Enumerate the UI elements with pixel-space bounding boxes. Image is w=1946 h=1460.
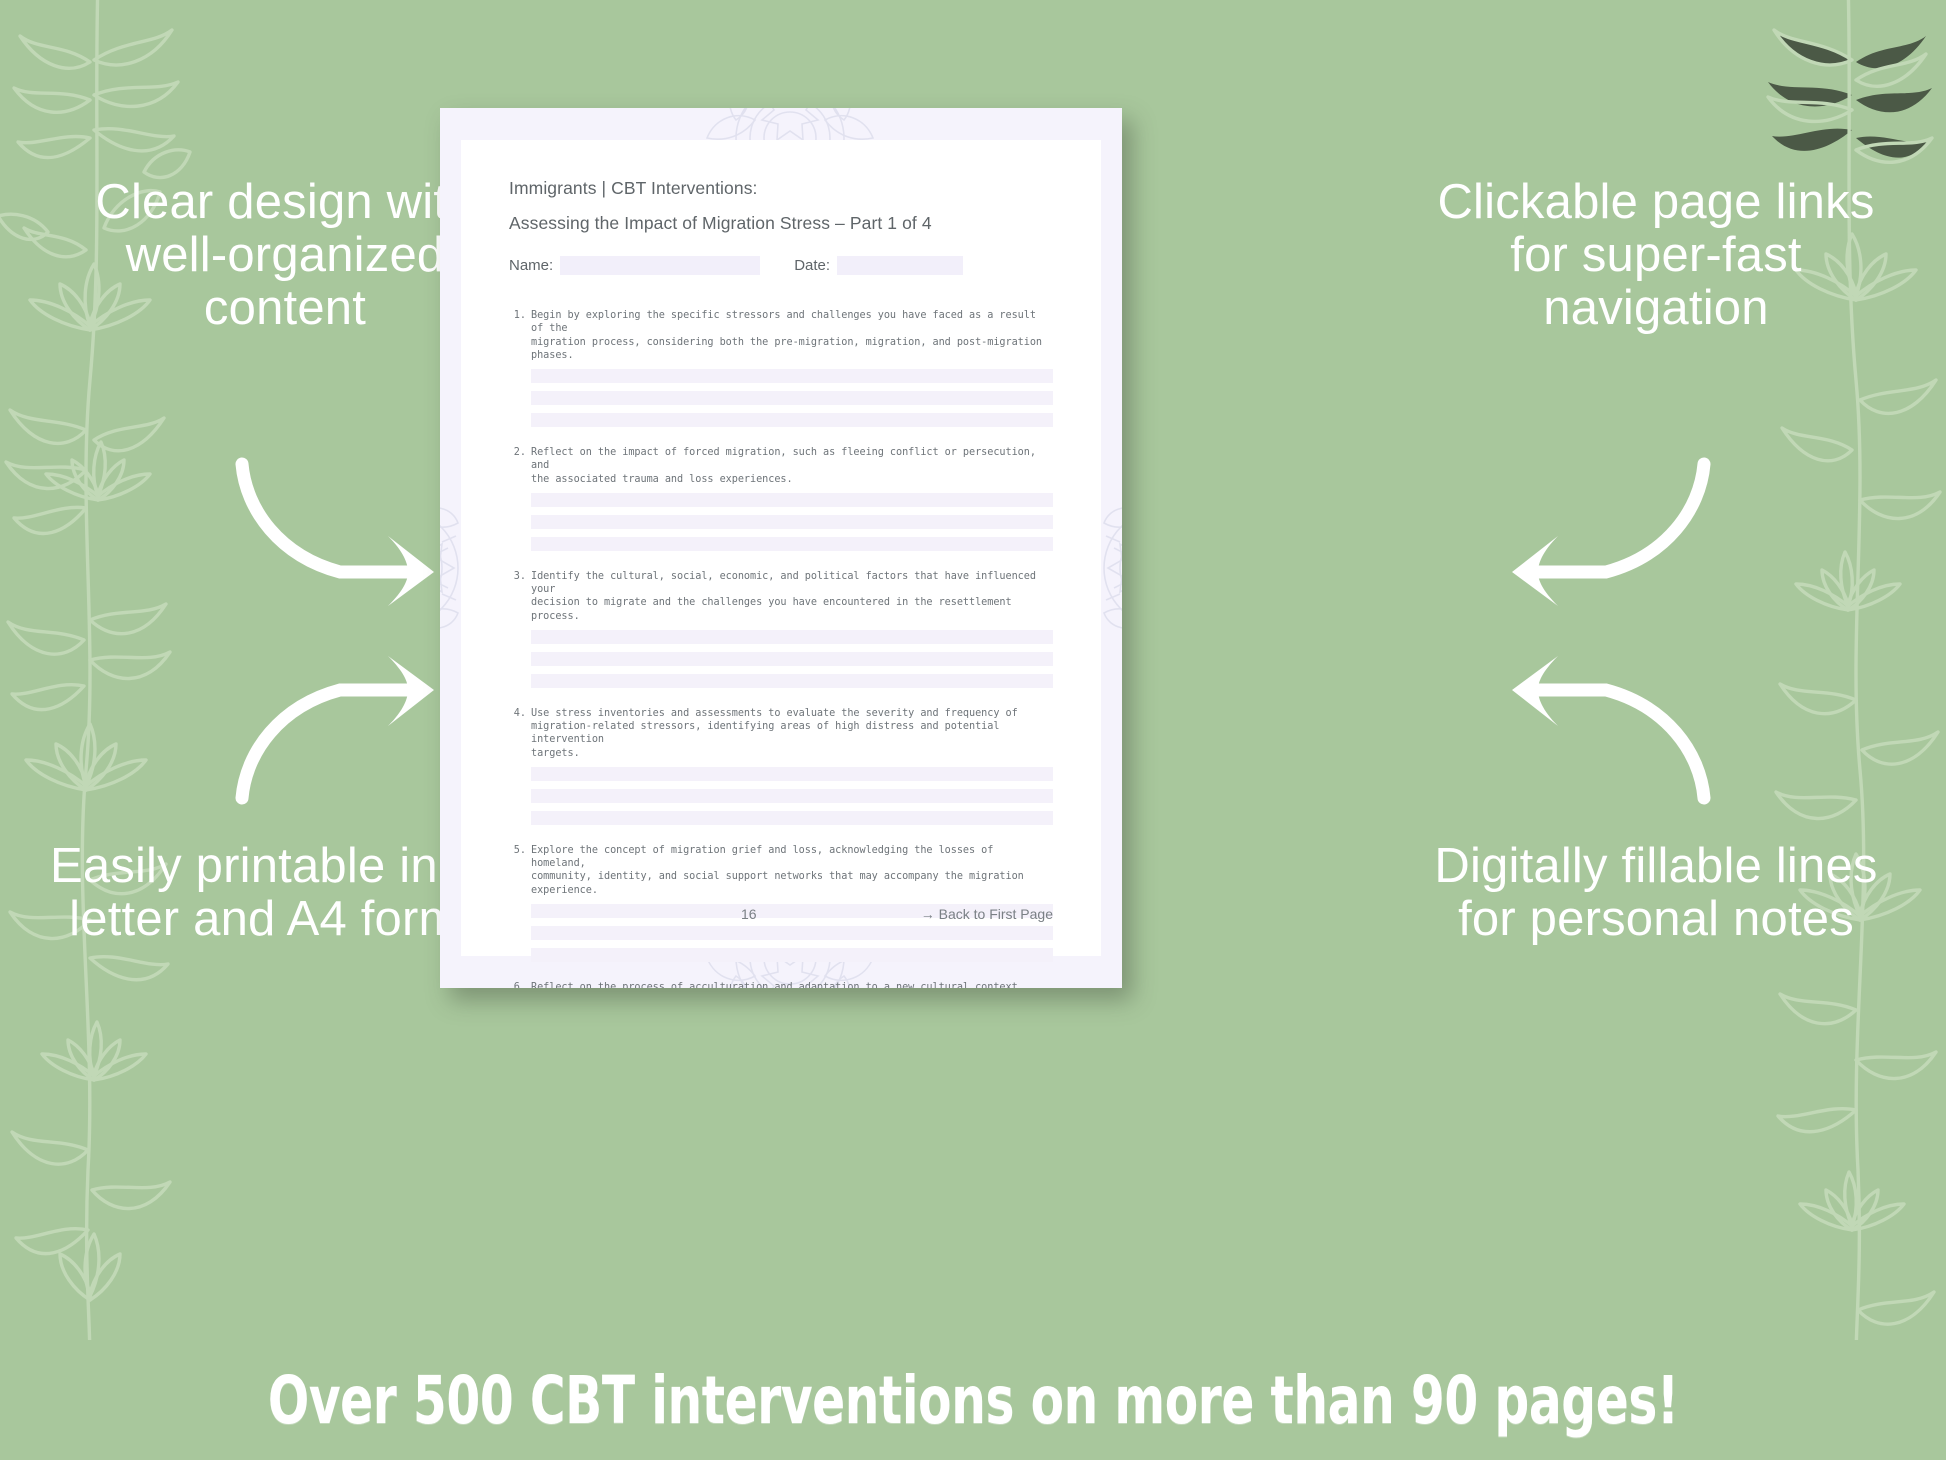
answer-line[interactable] <box>531 673 1053 688</box>
answer-line[interactable] <box>531 492 1053 507</box>
answer-lines <box>531 766 1053 825</box>
worksheet-meta-row: Name: Date: <box>509 256 1053 275</box>
intervention-item-text: Begin by exploring the specific stressor… <box>531 310 1043 361</box>
answer-line[interactable] <box>531 514 1053 529</box>
answer-line[interactable] <box>531 391 1053 405</box>
promo-text-bottom-right: Digitally fillable lines for personal no… <box>1434 839 1878 946</box>
intervention-item-text: Identify the cultural, social, economic,… <box>531 570 1036 622</box>
intervention-item-number: 1. <box>513 310 526 321</box>
worksheet-content: Immigrants | CBT Interventions: Assessin… <box>461 140 1101 988</box>
worksheet-footer: 16 → Back to First Page <box>509 906 1053 922</box>
back-to-first-page-link[interactable]: → Back to First Page <box>921 906 1053 922</box>
date-input[interactable] <box>837 256 964 275</box>
intervention-item-text: Explore the concept of migration grief a… <box>531 844 1024 896</box>
answer-line[interactable] <box>531 810 1053 825</box>
intervention-item: 4. Use stress inventories and assessments… <box>509 707 1053 825</box>
bottom-banner: Over 500 CBT interventions on more than … <box>0 1340 1946 1460</box>
answer-line[interactable] <box>531 925 1053 940</box>
answer-line[interactable] <box>531 766 1053 781</box>
intervention-item: 1. Begin by exploring the specific stress… <box>509 309 1053 427</box>
banner-text: Over 500 CBT interventions on more than … <box>267 1361 1679 1439</box>
intervention-item: 6. Reflect on the process of acculturatio… <box>509 981 1053 988</box>
intervention-item: 2. Reflect on the impact of forced migrat… <box>509 446 1053 551</box>
curved-arrow-icon <box>1512 457 1711 606</box>
intervention-item: 5. Explore the concept of migration grief… <box>509 844 1053 962</box>
curved-arrow-icon <box>235 457 434 606</box>
intervention-item-number: 2. <box>513 447 526 458</box>
intervention-item-number: 3. <box>513 570 526 582</box>
worksheet-title-line-2: Assessing the Impact of Migration Stress… <box>509 212 932 233</box>
answer-line[interactable] <box>531 413 1053 427</box>
page-number: 16 <box>741 906 757 922</box>
answer-line[interactable] <box>531 947 1053 962</box>
worksheet-title-line-1: Immigrants | CBT Interventions: <box>509 178 758 198</box>
answer-lines <box>531 492 1053 551</box>
intervention-item-text: Reflect on the impact of forced migratio… <box>531 447 1036 485</box>
answer-lines <box>531 369 1053 427</box>
answer-line[interactable] <box>531 788 1053 803</box>
answer-lines <box>531 629 1053 688</box>
intervention-item-number: 5. <box>513 844 526 856</box>
worksheet-page: Immigrants | CBT Interventions: Assessin… <box>440 108 1122 988</box>
intervention-item-number: 4. <box>513 707 526 719</box>
intervention-item-row: 5. Explore the concept of migration grief… <box>509 844 1053 897</box>
answer-line[interactable] <box>531 369 1053 383</box>
intervention-item-text: Use stress inventories and assessments t… <box>531 707 1018 759</box>
answer-line[interactable] <box>531 629 1053 644</box>
answer-line[interactable] <box>531 651 1053 666</box>
curved-arrow-icon <box>1512 656 1711 805</box>
date-label: Date: <box>794 257 831 274</box>
curved-arrow-icon <box>235 656 434 805</box>
intervention-item-row: 6. Reflect on the process of acculturatio… <box>509 981 1053 988</box>
intervention-item-row: 4. Use stress inventories and assessments… <box>509 707 1053 760</box>
intervention-item-number: 6. <box>513 981 526 988</box>
name-label: Name: <box>509 257 554 274</box>
intervention-item-row: 2. Reflect on the impact of forced migrat… <box>509 446 1053 486</box>
answer-line[interactable] <box>531 536 1053 551</box>
intervention-list: 1. Begin by exploring the specific stress… <box>509 309 1053 988</box>
promo-graphic: Clear design with well-organized content… <box>0 0 1946 1460</box>
promo-text-top-right: Clickable page links for super-fast navi… <box>1437 175 1875 335</box>
name-input[interactable] <box>560 256 761 275</box>
intervention-item: 3. Identify the cultural, social, economi… <box>509 570 1053 688</box>
intervention-item-row: 3. Identify the cultural, social, economi… <box>509 570 1053 623</box>
intervention-item-row: 1. Begin by exploring the specific stress… <box>509 309 1053 362</box>
intervention-item-text: Reflect on the process of acculturation … <box>531 981 1024 988</box>
